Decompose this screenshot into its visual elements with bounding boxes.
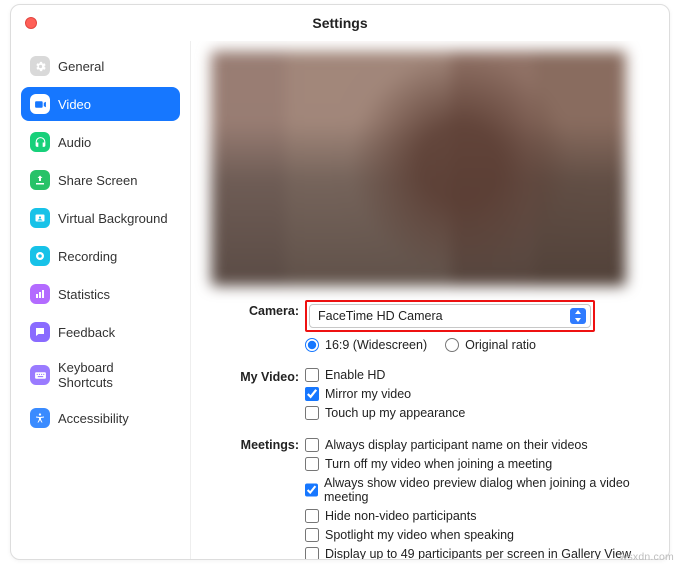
hide-nonvideo-checkbox[interactable]: Hide non-video participants <box>305 507 649 525</box>
sidebar-item-label: Feedback <box>58 325 115 340</box>
watermark: wsxdn.com <box>620 551 674 563</box>
feedback-icon <box>30 322 50 342</box>
sidebar-item-label: Audio <box>58 135 91 150</box>
spotlight-checkbox[interactable]: Spotlight my video when speaking <box>305 526 649 544</box>
sidebar-item-label: Statistics <box>58 287 110 302</box>
display-participant-name-checkbox[interactable]: Always display participant name on their… <box>305 436 649 454</box>
sidebar-item-feedback[interactable]: Feedback <box>21 315 180 349</box>
virtual-background-icon <box>30 208 50 228</box>
aspect-original-radio[interactable]: Original ratio <box>445 336 536 354</box>
chevron-updown-icon <box>570 308 586 324</box>
sidebar-item-label: Video <box>58 97 91 112</box>
sidebar: General Video Audio Share Screen <box>11 41 191 559</box>
sidebar-item-general[interactable]: General <box>21 49 180 83</box>
share-screen-icon <box>30 170 50 190</box>
sidebar-item-label: Virtual Background <box>58 211 168 226</box>
turn-off-video-join-checkbox[interactable]: Turn off my video when joining a meeting <box>305 455 649 473</box>
preview-dialog-checkbox[interactable]: Always show video preview dialog when jo… <box>305 474 649 506</box>
titlebar: Settings <box>11 5 669 41</box>
gear-icon <box>30 56 50 76</box>
touch-up-checkbox[interactable]: Touch up my appearance <box>305 404 649 422</box>
video-icon <box>30 94 50 114</box>
camera-select-highlight: FaceTime HD Camera <box>305 300 595 332</box>
recording-icon <box>30 246 50 266</box>
sidebar-item-recording[interactable]: Recording <box>21 239 180 273</box>
sidebar-item-audio[interactable]: Audio <box>21 125 180 159</box>
headphones-icon <box>30 132 50 152</box>
camera-label: Camera: <box>211 300 299 360</box>
statistics-icon <box>30 284 50 304</box>
sidebar-item-label: Accessibility <box>58 411 129 426</box>
camera-select[interactable]: FaceTime HD Camera <box>309 304 591 328</box>
camera-select-value: FaceTime HD Camera <box>318 309 443 323</box>
my-video-label: My Video: <box>211 366 299 422</box>
aspect-widescreen-radio[interactable]: 16:9 (Widescreen) <box>305 336 427 354</box>
sidebar-item-label: General <box>58 59 104 74</box>
enable-hd-checkbox[interactable]: Enable HD <box>305 366 649 384</box>
sidebar-item-accessibility[interactable]: Accessibility <box>21 401 180 435</box>
sidebar-item-label: Share Screen <box>58 173 138 188</box>
accessibility-icon <box>30 408 50 428</box>
video-settings-panel: Camera: FaceTime HD Camera 16 <box>191 41 669 559</box>
keyboard-icon <box>30 365 50 385</box>
meetings-label: Meetings: <box>211 428 299 559</box>
sidebar-item-video[interactable]: Video <box>21 87 180 121</box>
sidebar-item-share-screen[interactable]: Share Screen <box>21 163 180 197</box>
sidebar-item-label: Keyboard Shortcuts <box>58 360 171 390</box>
window-title: Settings <box>312 15 367 31</box>
sidebar-item-virtual-background[interactable]: Virtual Background <box>21 201 180 235</box>
gallery-49-checkbox[interactable]: Display up to 49 participants per screen… <box>305 545 649 559</box>
settings-window: Settings General Video Audio <box>10 4 670 560</box>
sidebar-item-statistics[interactable]: Statistics <box>21 277 180 311</box>
close-icon[interactable] <box>25 17 37 29</box>
sidebar-item-label: Recording <box>58 249 117 264</box>
sidebar-item-keyboard-shortcuts[interactable]: Keyboard Shortcuts <box>21 353 180 397</box>
mirror-video-checkbox[interactable]: Mirror my video <box>305 385 649 403</box>
video-preview <box>211 51 626 286</box>
